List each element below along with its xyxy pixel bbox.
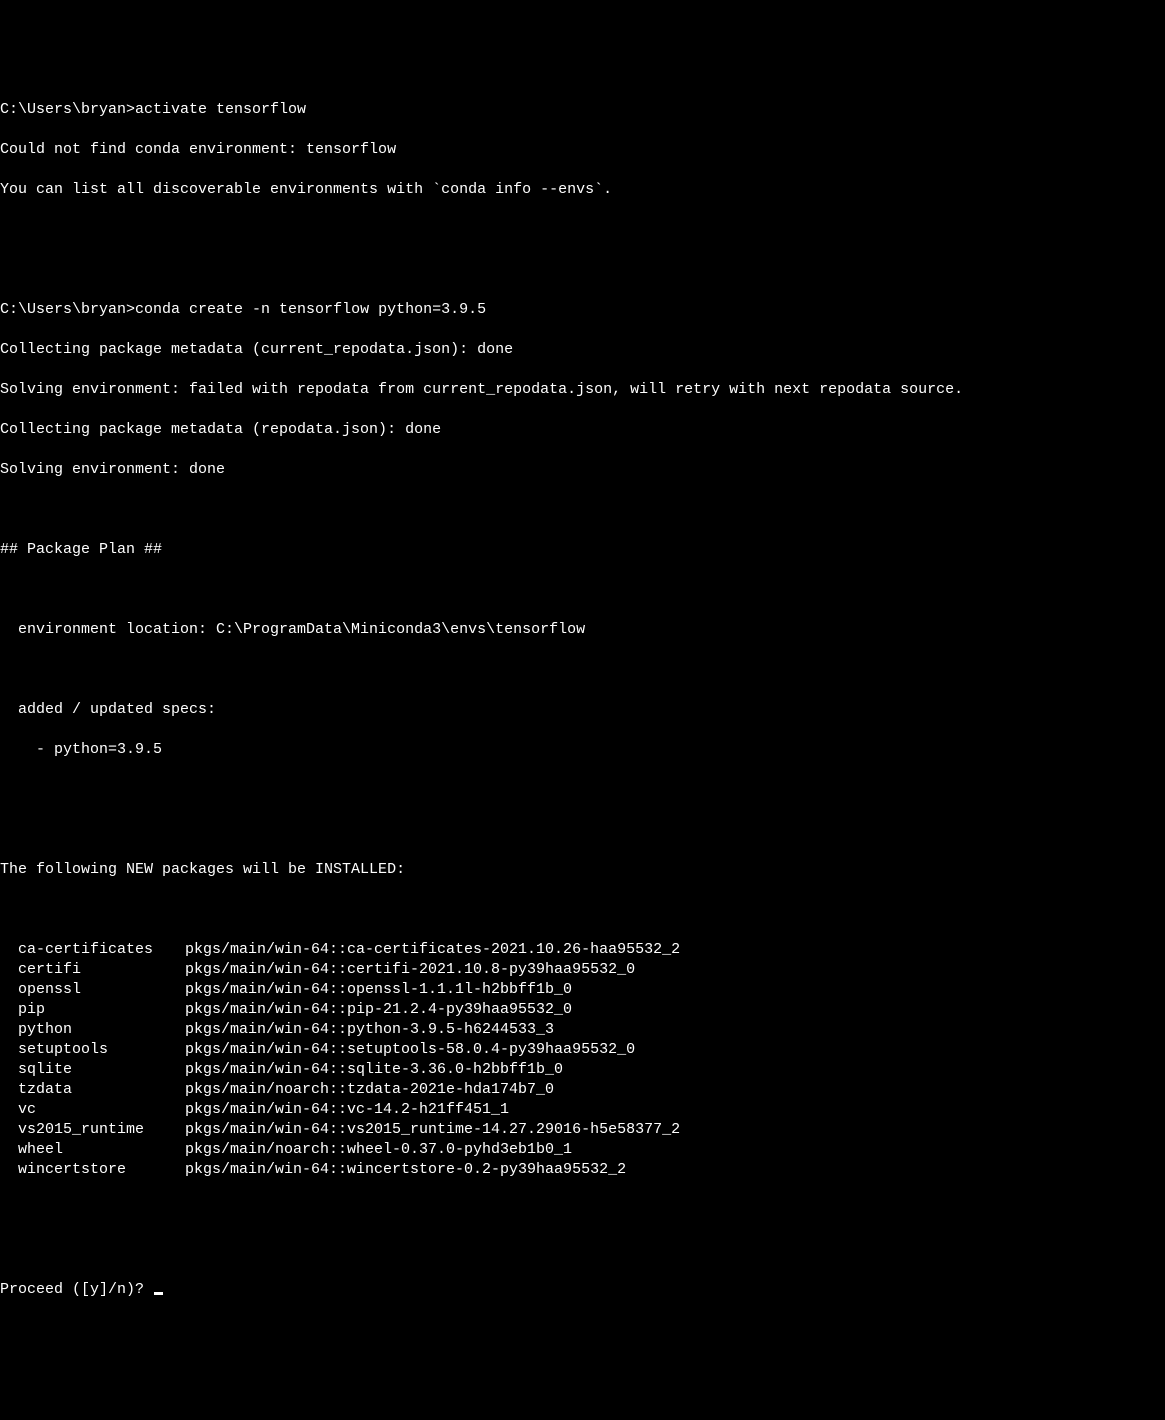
package-row: wincertstorepkgs/main/win-64::wincertsto… bbox=[0, 1160, 1165, 1180]
prompt-path: C:\Users\bryan> bbox=[0, 301, 135, 318]
prompt-path: C:\Users\bryan> bbox=[0, 101, 135, 118]
blank-line bbox=[0, 220, 1165, 240]
package-spec: pkgs/main/win-64::setuptools-58.0.4-py39… bbox=[185, 1041, 635, 1058]
command-text: conda create -n tensorflow python=3.9.5 bbox=[135, 301, 486, 318]
package-row: sqlitepkgs/main/win-64::sqlite-3.36.0-h2… bbox=[0, 1060, 1165, 1080]
package-spec: pkgs/main/win-64::sqlite-3.36.0-h2bbff1b… bbox=[185, 1061, 563, 1078]
blank-line bbox=[0, 260, 1165, 280]
package-name: setuptools bbox=[0, 1040, 185, 1060]
package-row: pythonpkgs/main/win-64::python-3.9.5-h62… bbox=[0, 1020, 1165, 1040]
package-row: ca-certificatespkgs/main/win-64::ca-cert… bbox=[0, 940, 1165, 960]
blank-line bbox=[0, 660, 1165, 680]
package-row: vcpkgs/main/win-64::vc-14.2-h21ff451_1 bbox=[0, 1100, 1165, 1120]
package-name: vc bbox=[0, 1100, 185, 1120]
new-packages-header: The following NEW packages will be INSTA… bbox=[0, 860, 1165, 880]
package-name: vs2015_runtime bbox=[0, 1120, 185, 1140]
package-name: tzdata bbox=[0, 1080, 185, 1100]
package-row: opensslpkgs/main/win-64::openssl-1.1.1l-… bbox=[0, 980, 1165, 1000]
proceed-prompt-line: Proceed ([y]/n)? bbox=[0, 1280, 1165, 1300]
package-plan-header: ## Package Plan ## bbox=[0, 540, 1165, 560]
spec-item: - python=3.9.5 bbox=[0, 740, 1165, 760]
package-name: wheel bbox=[0, 1140, 185, 1160]
package-name: ca-certificates bbox=[0, 940, 185, 960]
output-line: Collecting package metadata (repodata.js… bbox=[0, 420, 1165, 440]
package-name: sqlite bbox=[0, 1060, 185, 1080]
blank-line bbox=[0, 580, 1165, 600]
package-spec: pkgs/main/win-64::vc-14.2-h21ff451_1 bbox=[185, 1101, 509, 1118]
package-spec: pkgs/main/noarch::tzdata-2021e-hda174b7_… bbox=[185, 1081, 554, 1098]
blank-line bbox=[0, 500, 1165, 520]
package-row: setuptoolspkgs/main/win-64::setuptools-5… bbox=[0, 1040, 1165, 1060]
environment-location: environment location: C:\ProgramData\Min… bbox=[0, 620, 1165, 640]
package-row: pippkgs/main/win-64::pip-21.2.4-py39haa9… bbox=[0, 1000, 1165, 1020]
command-text: activate tensorflow bbox=[135, 101, 306, 118]
package-row: wheelpkgs/main/noarch::wheel-0.37.0-pyhd… bbox=[0, 1140, 1165, 1160]
package-spec: pkgs/main/win-64::pip-21.2.4-py39haa9553… bbox=[185, 1001, 572, 1018]
package-row: tzdatapkgs/main/noarch::tzdata-2021e-hda… bbox=[0, 1080, 1165, 1100]
package-spec: pkgs/main/win-64::vs2015_runtime-14.27.2… bbox=[185, 1121, 680, 1138]
blank-line bbox=[0, 1200, 1165, 1220]
package-spec: pkgs/main/win-64::ca-certificates-2021.1… bbox=[185, 941, 680, 958]
blank-line bbox=[0, 1240, 1165, 1260]
terminal-output: C:\Users\bryan>activate tensorflow Could… bbox=[0, 80, 1165, 1320]
package-spec: pkgs/main/noarch::wheel-0.37.0-pyhd3eb1b… bbox=[185, 1141, 572, 1158]
output-line: Solving environment: failed with repodat… bbox=[0, 380, 1165, 400]
cursor-icon bbox=[154, 1292, 163, 1295]
package-spec: pkgs/main/win-64::certifi-2021.10.8-py39… bbox=[185, 961, 635, 978]
specs-header: added / updated specs: bbox=[0, 700, 1165, 720]
output-line: Collecting package metadata (current_rep… bbox=[0, 340, 1165, 360]
proceed-prompt-text: Proceed ([y]/n)? bbox=[0, 1281, 153, 1298]
package-row: vs2015_runtimepkgs/main/win-64::vs2015_r… bbox=[0, 1120, 1165, 1140]
output-line: Could not find conda environment: tensor… bbox=[0, 140, 1165, 160]
package-spec: pkgs/main/win-64::openssl-1.1.1l-h2bbff1… bbox=[185, 981, 572, 998]
blank-line bbox=[0, 820, 1165, 840]
output-line: Solving environment: done bbox=[0, 460, 1165, 480]
package-name: certifi bbox=[0, 960, 185, 980]
blank-line bbox=[0, 900, 1165, 920]
terminal-input[interactable] bbox=[153, 1281, 163, 1298]
package-spec: pkgs/main/win-64::python-3.9.5-h6244533_… bbox=[185, 1021, 554, 1038]
package-name: openssl bbox=[0, 980, 185, 1000]
command-line-1: C:\Users\bryan>activate tensorflow bbox=[0, 100, 1165, 120]
output-line: You can list all discoverable environmen… bbox=[0, 180, 1165, 200]
package-name: wincertstore bbox=[0, 1160, 185, 1180]
blank-line bbox=[0, 780, 1165, 800]
package-row: certifipkgs/main/win-64::certifi-2021.10… bbox=[0, 960, 1165, 980]
package-name: python bbox=[0, 1020, 185, 1040]
command-line-2: C:\Users\bryan>conda create -n tensorflo… bbox=[0, 300, 1165, 320]
package-list: ca-certificatespkgs/main/win-64::ca-cert… bbox=[0, 940, 1165, 1180]
package-name: pip bbox=[0, 1000, 185, 1020]
package-spec: pkgs/main/win-64::wincertstore-0.2-py39h… bbox=[185, 1161, 626, 1178]
